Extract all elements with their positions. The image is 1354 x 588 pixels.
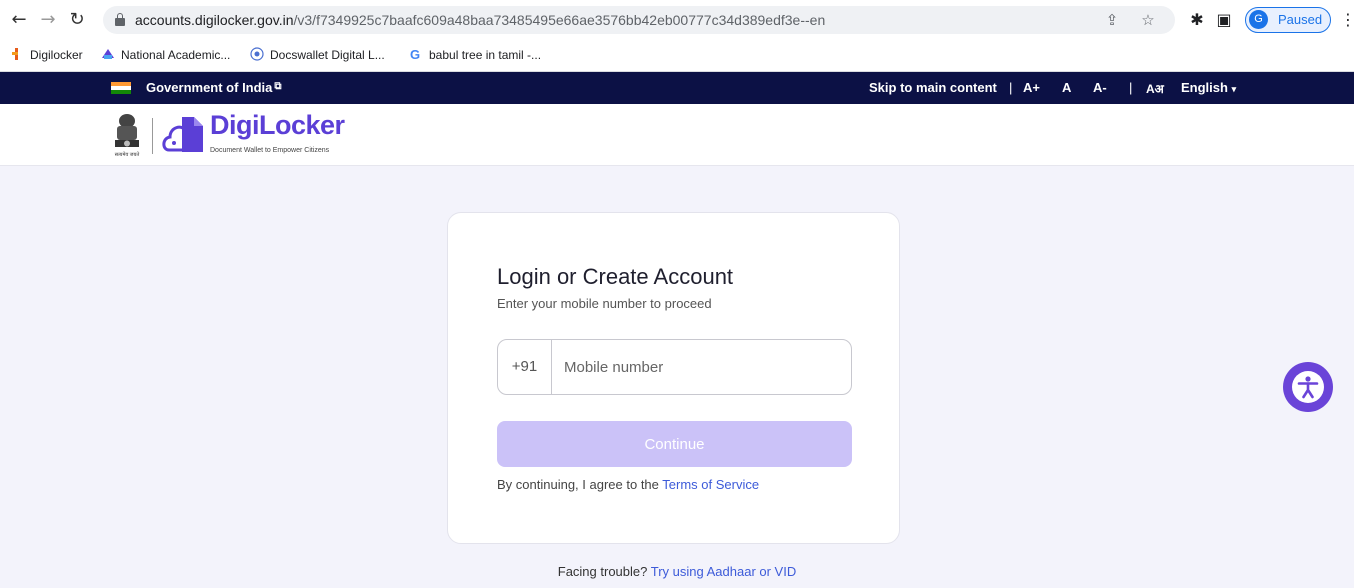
bookmark-national-academic[interactable]: National Academic... xyxy=(101,47,230,65)
trouble-prefix: Facing trouble? xyxy=(557,564,651,579)
bookmark-docswallet[interactable]: Docswallet Digital L... xyxy=(250,47,385,65)
government-of-india-link[interactable]: Government of India ⧉ xyxy=(146,80,282,95)
phone-field: +91 xyxy=(497,339,852,395)
address-bar[interactable]: accounts.digilocker.gov.in/v3/f7349925c7… xyxy=(103,6,1175,34)
profile-button[interactable]: G Paused xyxy=(1245,7,1331,33)
svg-text:G: G xyxy=(410,47,420,61)
external-link-icon: ⧉ xyxy=(274,81,282,92)
bookmarks-bar: Digilocker National Academic... Docswall… xyxy=(0,40,1354,72)
url-path: /v3/f7349925c7baafc609a48baa73485495e66a… xyxy=(293,12,826,28)
bookmark-digilocker[interactable]: Digilocker xyxy=(10,47,83,65)
facing-trouble-text: Facing trouble? Try using Aadhaar or VID xyxy=(0,564,1354,579)
india-flag-icon xyxy=(111,82,131,94)
menu-icon[interactable]: ⋮ xyxy=(1340,9,1354,31)
aadhaar-vid-link[interactable]: Try using Aadhaar or VID xyxy=(651,564,796,579)
continue-button[interactable]: Continue xyxy=(497,421,852,467)
digilocker-logo-icon[interactable] xyxy=(160,112,206,158)
profile-status: Paused xyxy=(1278,12,1323,27)
site-header: सत्यमेव जयते DigiLocker Document Wallet … xyxy=(0,104,1354,166)
terms-prefix: By continuing, I agree to the xyxy=(497,477,663,492)
divider: | xyxy=(1009,80,1013,95)
language-dropdown[interactable]: English ▾ xyxy=(1181,80,1236,95)
forward-arrow-icon[interactable]: → xyxy=(37,9,59,31)
bookmark-label: Digilocker xyxy=(30,48,83,62)
nad-favicon-icon xyxy=(102,49,114,59)
font-increase-button[interactable]: A+ xyxy=(1023,80,1040,95)
brand-tagline: Document Wallet to Empower Citizens xyxy=(210,147,330,154)
bookmark-label: Docswallet Digital L... xyxy=(270,48,385,62)
accessibility-button[interactable] xyxy=(1283,362,1333,412)
emblem-caption: सत्यमेव जयते xyxy=(115,151,140,158)
mobile-number-input[interactable] xyxy=(553,341,843,393)
page-title: Login or Create Account xyxy=(497,264,734,289)
back-arrow-icon[interactable]: ← xyxy=(8,9,30,31)
logo-divider xyxy=(152,118,153,154)
gov-title: Government of India xyxy=(146,80,273,95)
reload-icon[interactable]: ↻ xyxy=(66,9,88,31)
login-card: Login or Create Account Enter your mobil… xyxy=(447,212,900,544)
font-decrease-button[interactable]: A- xyxy=(1093,80,1107,95)
google-favicon-icon: G xyxy=(410,47,420,61)
chevron-down-icon: ▾ xyxy=(1231,84,1237,94)
bookmark-label: babul tree in tamil -... xyxy=(429,48,542,62)
language-icon: Aअ xyxy=(1146,82,1164,96)
docswallet-favicon-icon xyxy=(250,47,264,61)
accessibility-icon xyxy=(1292,371,1324,403)
bookmark-label: National Academic... xyxy=(121,48,231,62)
lock-icon xyxy=(115,13,125,26)
page-subtitle: Enter your mobile number to proceed xyxy=(497,296,712,311)
divider: | xyxy=(1129,80,1133,95)
avatar: G xyxy=(1249,10,1268,29)
side-panel-icon[interactable]: ▣ xyxy=(1213,9,1235,31)
font-normal-button[interactable]: A xyxy=(1062,80,1071,95)
star-icon[interactable]: ☆ xyxy=(1139,11,1157,29)
browser-toolbar: ← → ↻ accounts.digilocker.gov.in/v3/f734… xyxy=(0,0,1354,40)
url-text: accounts.digilocker.gov.in/v3/f7349925c7… xyxy=(135,12,825,28)
national-emblem-icon: सत्यमेव जयते xyxy=(115,114,140,158)
country-code: +91 xyxy=(498,340,552,394)
brand-name: DigiLocker xyxy=(210,110,345,140)
digilocker-favicon-icon xyxy=(12,48,18,60)
url-host: accounts.digilocker.gov.in xyxy=(135,12,294,28)
terms-text: By continuing, I agree to the Terms of S… xyxy=(497,477,759,492)
skip-to-main-link[interactable]: Skip to main content xyxy=(869,80,997,95)
terms-of-service-link[interactable]: Terms of Service xyxy=(662,477,759,492)
extensions-icon[interactable]: ✱ xyxy=(1186,9,1208,31)
bookmark-babul-tree[interactable]: Gbabul tree in tamil -... xyxy=(409,47,541,65)
share-icon[interactable]: ⇪ xyxy=(1103,11,1121,29)
government-bar: Government of India ⧉ Skip to main conten… xyxy=(0,72,1354,104)
language-label: English xyxy=(1181,80,1228,95)
